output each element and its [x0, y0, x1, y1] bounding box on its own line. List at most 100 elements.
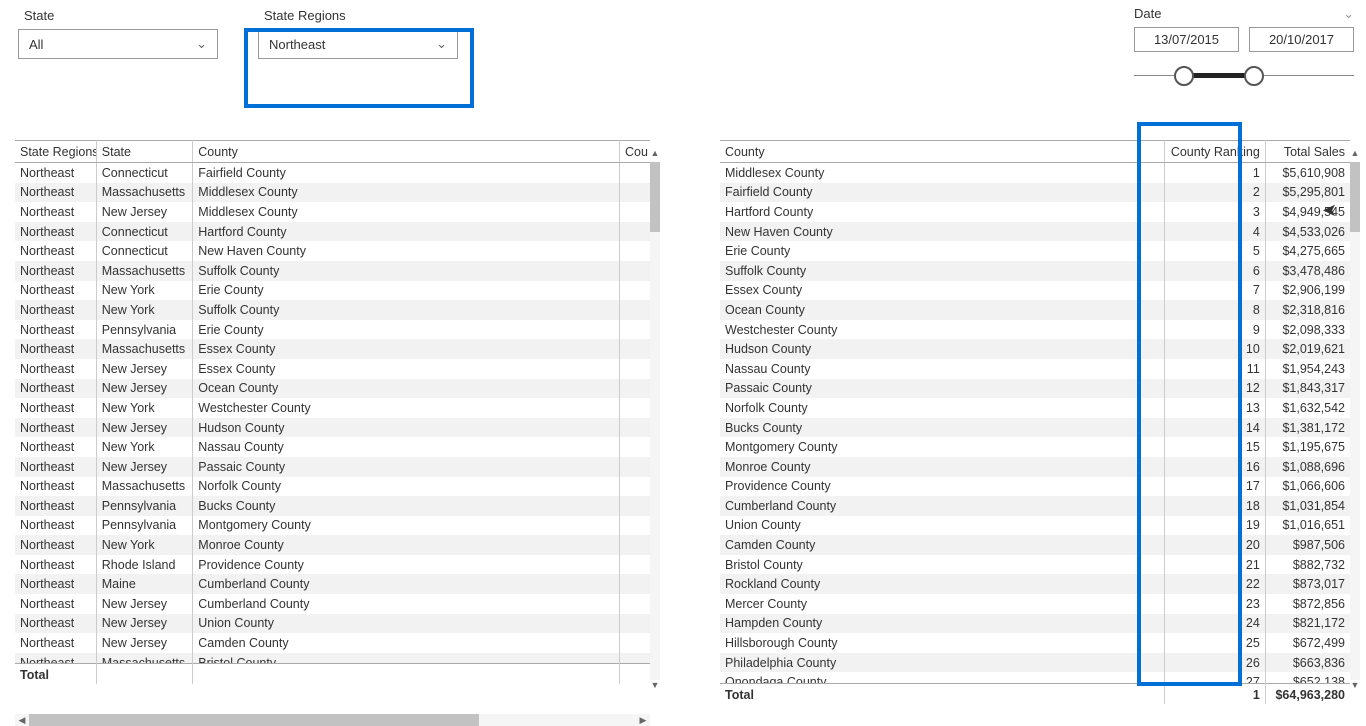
scroll-right-icon[interactable]: ▶: [636, 714, 650, 726]
table-row[interactable]: Erie County5$4,275,665: [720, 241, 1350, 261]
table-row[interactable]: NortheastMaineCumberland County: [15, 574, 650, 594]
table-row[interactable]: Hudson County10$2,019,621: [720, 339, 1350, 359]
table-row[interactable]: NortheastNew YorkMonroe County: [15, 535, 650, 555]
state-regions-dropdown-value: Northeast: [269, 37, 325, 52]
table-row[interactable]: NortheastNew YorkSuffolk County: [15, 300, 650, 320]
table-row[interactable]: Montgomery County15$1,195,675: [720, 437, 1350, 457]
table-row[interactable]: Mercer County23$872,856: [720, 594, 1350, 614]
table-row[interactable]: Bristol County21$882,732: [720, 555, 1350, 575]
table-row[interactable]: Monroe County16$1,088,696: [720, 457, 1350, 477]
table-row[interactable]: Bucks County14$1,381,172: [720, 418, 1350, 438]
left-scrollbar-horizontal[interactable]: ◀ ▶: [15, 714, 650, 726]
table-row[interactable]: NortheastMassachusettsBristol County: [15, 653, 650, 663]
table-row[interactable]: Hartford County3$4,949,545: [720, 202, 1350, 222]
col-county[interactable]: County: [193, 141, 620, 163]
table-row[interactable]: NortheastConnecticutHartford County: [15, 222, 650, 242]
state-regions-dropdown[interactable]: Northeast ⌄: [258, 29, 458, 59]
date-slicer: Date ⌄ 13/07/2015 20/10/2017: [1134, 6, 1354, 88]
state-filter: State All ⌄: [18, 8, 218, 59]
table-row[interactable]: Providence County17$1,066,606: [720, 477, 1350, 497]
table-row[interactable]: Fairfield County2$5,295,801: [720, 183, 1350, 203]
col-state[interactable]: State: [96, 141, 193, 163]
left-table-header-row: State Regions State County Cou▲: [15, 141, 650, 163]
table-row[interactable]: NortheastNew YorkWestchester County: [15, 398, 650, 418]
table-row[interactable]: Essex County7$2,906,199: [720, 281, 1350, 301]
scroll-down-icon[interactable]: ▼: [650, 680, 660, 694]
table-row[interactable]: NortheastNew JerseyEssex County: [15, 359, 650, 379]
right-table-footer: Total 1 $64,963,280: [720, 684, 1350, 705]
table-row[interactable]: Ocean County8$2,318,816: [720, 300, 1350, 320]
date-slicer-label: Date ⌄: [1134, 6, 1354, 21]
chevron-down-icon: ⌄: [196, 36, 207, 52]
table-row[interactable]: NortheastNew JerseyMiddlesex County: [15, 202, 650, 222]
right-table-header-row: County County Ranking Total Sales: [720, 141, 1350, 163]
right-scrollbar-vertical[interactable]: ▲ ▼: [1350, 162, 1360, 680]
date-from-field[interactable]: 13/07/2015: [1134, 27, 1239, 52]
state-filter-label: State: [24, 8, 218, 23]
table-row[interactable]: NortheastNew JerseyPassaic County: [15, 457, 650, 477]
col-county-ranking[interactable]: County Ranking: [1165, 141, 1266, 163]
col-state-regions[interactable]: State Regions: [15, 141, 96, 163]
total-rank: 1: [1165, 684, 1266, 705]
scroll-up-icon[interactable]: ▲: [1350, 148, 1360, 162]
table-row[interactable]: NortheastNew JerseyOcean County: [15, 379, 650, 399]
table-row[interactable]: Middlesex County1$5,610,908: [720, 163, 1350, 183]
table-row[interactable]: NortheastMassachusettsSuffolk County: [15, 261, 650, 281]
table-row[interactable]: Onondaga County27$652,138: [720, 672, 1350, 683]
scroll-thumb[interactable]: [1350, 162, 1360, 232]
total-sales: $64,963,280: [1265, 684, 1350, 705]
table-row[interactable]: NortheastConnecticutFairfield County: [15, 163, 650, 183]
left-table: State Regions State County Cou▲ Northeas…: [15, 140, 650, 710]
scroll-up-icon[interactable]: ▲: [650, 148, 660, 162]
table-row[interactable]: NortheastNew JerseyCamden County: [15, 633, 650, 653]
table-row[interactable]: Suffolk County6$3,478,486: [720, 261, 1350, 281]
left-table-footer: Total: [15, 664, 650, 685]
table-row[interactable]: NortheastMassachusettsMiddlesex County: [15, 183, 650, 203]
total-label: Total: [15, 664, 96, 685]
left-scrollbar-vertical[interactable]: ▲ ▼: [650, 162, 660, 680]
table-row[interactable]: Nassau County11$1,954,243: [720, 359, 1350, 379]
scroll-left-icon[interactable]: ◀: [15, 714, 29, 726]
date-slider[interactable]: [1134, 66, 1354, 88]
table-row[interactable]: NortheastNew JerseyCumberland County: [15, 594, 650, 614]
table-row[interactable]: NortheastPennsylvaniaBucks County: [15, 496, 650, 516]
state-dropdown-value: All: [29, 37, 43, 52]
col-total-sales[interactable]: Total Sales: [1265, 141, 1350, 163]
table-row[interactable]: Hillsborough County25$672,499: [720, 633, 1350, 653]
scroll-thumb[interactable]: [650, 162, 660, 232]
table-row[interactable]: NortheastRhode IslandProvidence County: [15, 555, 650, 575]
table-row[interactable]: NortheastNew JerseyHudson County: [15, 418, 650, 438]
state-dropdown[interactable]: All ⌄: [18, 29, 218, 59]
col-truncated[interactable]: Cou▲: [620, 141, 651, 163]
table-row[interactable]: NortheastMassachusettsNorfolk County: [15, 477, 650, 497]
table-row[interactable]: Passaic County12$1,843,317: [720, 379, 1350, 399]
table-row[interactable]: NortheastPennsylvaniaMontgomery County: [15, 516, 650, 536]
table-row[interactable]: NortheastNew YorkErie County: [15, 281, 650, 301]
date-to-field[interactable]: 20/10/2017: [1249, 27, 1354, 52]
state-regions-filter: State Regions Northeast ⌄: [258, 8, 458, 59]
col-county[interactable]: County: [720, 141, 1165, 163]
chevron-down-icon[interactable]: ⌄: [1343, 6, 1354, 22]
slider-thumb-start[interactable]: [1174, 66, 1194, 86]
table-row[interactable]: NortheastNew JerseyUnion County: [15, 614, 650, 634]
scroll-thumb[interactable]: [29, 714, 479, 726]
state-regions-filter-label: State Regions: [264, 8, 458, 23]
table-row[interactable]: Cumberland County18$1,031,854: [720, 496, 1350, 516]
table-row[interactable]: NortheastConnecticutNew Haven County: [15, 241, 650, 261]
table-row[interactable]: NortheastMassachusettsEssex County: [15, 339, 650, 359]
right-table: County County Ranking Total Sales Middle…: [720, 140, 1350, 710]
table-row[interactable]: Westchester County9$2,098,333: [720, 320, 1350, 340]
total-label: Total: [720, 684, 1165, 705]
slider-thumb-end[interactable]: [1244, 66, 1264, 86]
table-row[interactable]: Hampden County24$821,172: [720, 614, 1350, 634]
table-row[interactable]: NortheastPennsylvaniaErie County: [15, 320, 650, 340]
chevron-down-icon: ⌄: [436, 36, 447, 52]
table-row[interactable]: NortheastNew YorkNassau County: [15, 437, 650, 457]
table-row[interactable]: Philadelphia County26$663,836: [720, 653, 1350, 673]
table-row[interactable]: Union County19$1,016,651: [720, 516, 1350, 536]
table-row[interactable]: Rockland County22$873,017: [720, 574, 1350, 594]
table-row[interactable]: Norfolk County13$1,632,542: [720, 398, 1350, 418]
scroll-down-icon[interactable]: ▼: [1350, 680, 1360, 694]
table-row[interactable]: Camden County20$987,506: [720, 535, 1350, 555]
table-row[interactable]: New Haven County4$4,533,026: [720, 222, 1350, 242]
